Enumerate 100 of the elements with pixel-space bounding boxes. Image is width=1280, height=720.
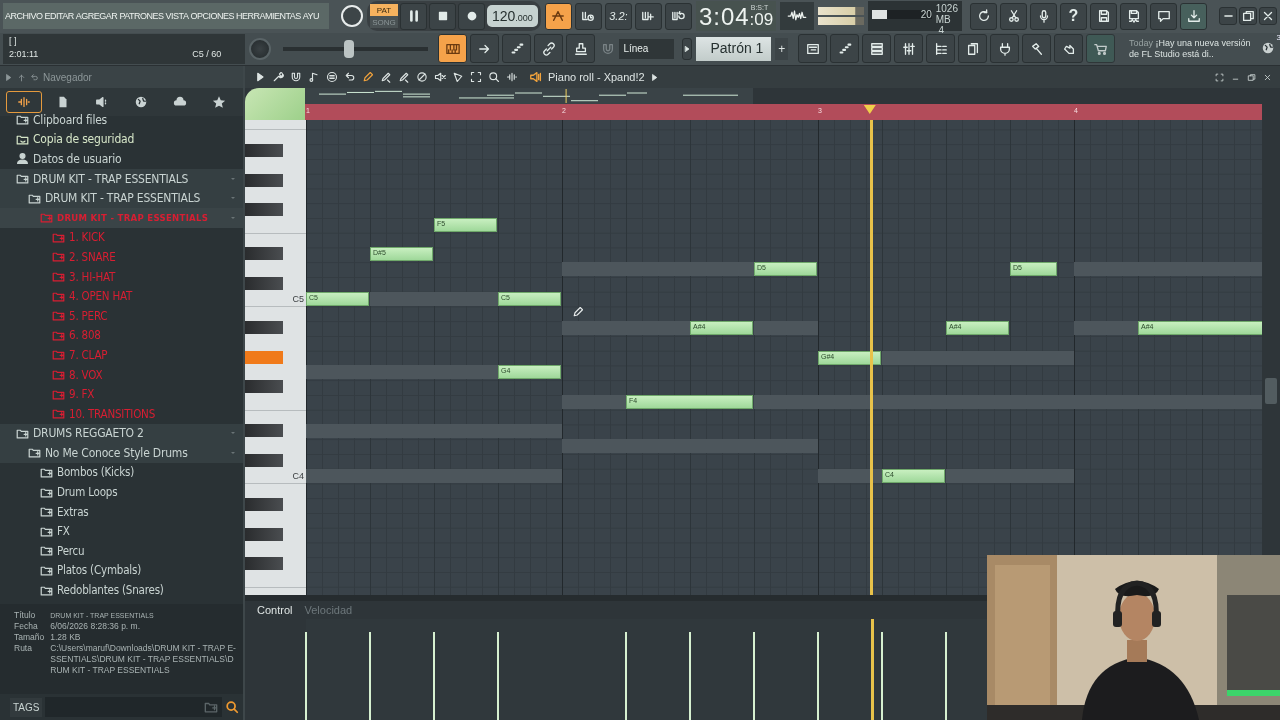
browser-item[interactable]: Bombos (Kicks) (0, 462, 243, 483)
browser-item[interactable]: Datos de usuario (0, 149, 243, 169)
circle-menu-icon (325, 71, 338, 83)
browser-item[interactable]: DRUM KIT - TRAP ESSENTIALS (0, 168, 243, 189)
piano-key[interactable] (245, 453, 283, 467)
lane-label: Velocidad (304, 604, 353, 616)
add-pattern-button[interactable]: + (775, 37, 788, 60)
master-volume-knob[interactable] (341, 5, 363, 28)
close-button[interactable] (1259, 7, 1277, 26)
browser-item[interactable]: Percu (0, 541, 243, 561)
pattern-selector[interactable]: Patrón 1 (695, 36, 772, 61)
playlist-button[interactable] (798, 34, 827, 64)
menu-item[interactable]: EDITAR (44, 11, 74, 22)
piano-key[interactable] (245, 276, 283, 290)
piano-roll-button[interactable] (830, 34, 859, 64)
stop-button[interactable] (429, 2, 456, 30)
browser-button[interactable] (926, 34, 955, 64)
refresh-button[interactable] (970, 2, 997, 30)
item-label: DRUM KIT - TRAP ESSENTIALS (45, 191, 201, 206)
memory-value: 1026 MB (935, 3, 958, 26)
browser-item[interactable]: Drum Loops (0, 482, 243, 502)
step-edit-button[interactable] (634, 2, 662, 30)
piano-key[interactable] (245, 527, 283, 541)
hammer-button[interactable] (1022, 34, 1051, 64)
countdown-button[interactable]: 3.2: (604, 2, 632, 30)
item-label: Redoblantes (Snares) (57, 583, 164, 598)
hand-button[interactable] (1054, 34, 1083, 64)
browser-item[interactable]: Clipboard files (0, 110, 243, 130)
mode-toggle[interactable]: PAT (370, 4, 398, 17)
piano-key[interactable] (245, 498, 283, 512)
tags-field[interactable] (45, 697, 222, 717)
piano-key[interactable] (245, 321, 283, 335)
close-icon (1263, 72, 1272, 82)
tempo-field[interactable]: 120.000 (487, 5, 538, 28)
browser-item[interactable]: Copia de seguridad (0, 129, 243, 150)
playhead-marker[interactable] (863, 105, 876, 114)
wait-input-button[interactable] (574, 2, 602, 30)
plugin-button[interactable] (990, 34, 1019, 64)
microphone-button[interactable] (1030, 2, 1057, 30)
piano-keyboard[interactable]: C5 C4 (245, 120, 306, 595)
browser-tab[interactable] (5, 91, 42, 113)
link-button[interactable] (534, 34, 564, 64)
arrow-button[interactable] (470, 34, 500, 64)
menu-item[interactable]: VISTA (165, 11, 189, 22)
slider-thumb[interactable] (343, 39, 354, 58)
browser-item[interactable]: Extras (0, 501, 243, 522)
piano-key[interactable] (245, 173, 283, 187)
browser-item[interactable]: Platos (Cymbals) (0, 560, 243, 581)
shop-button[interactable] (1086, 34, 1115, 64)
key-label: C5 (292, 292, 304, 306)
item-label: Clipboard files (33, 112, 108, 127)
menu-item[interactable]: OPCIONES (190, 11, 234, 22)
snap-dropdown[interactable]: Línea (619, 38, 674, 59)
pattern-arrow-button[interactable] (681, 37, 692, 60)
browser-item[interactable]: Redoblantes (Snares) (0, 580, 243, 600)
piano-key[interactable] (245, 424, 283, 438)
item-label: 4. OPEN HAT (69, 289, 133, 304)
piano-key[interactable] (245, 557, 283, 571)
menu-item[interactable]: HERRAMIENTAS (235, 11, 301, 22)
help-button[interactable]: ? (1060, 2, 1087, 30)
copy-button[interactable] (958, 34, 987, 64)
piano-key[interactable] (245, 247, 283, 261)
piano-key[interactable] (245, 203, 283, 217)
piano-key[interactable] (245, 144, 283, 158)
folder-icon (52, 348, 65, 362)
key-label: C4 (292, 469, 304, 483)
item-label: 9. FX (69, 387, 95, 402)
save-button[interactable] (1090, 2, 1117, 30)
channel-rack-button[interactable] (862, 34, 891, 64)
menu-item[interactable]: PATRONES (119, 11, 164, 22)
folder-icon (204, 700, 218, 714)
plug-icon (997, 41, 1012, 56)
piano-roll-button[interactable] (438, 34, 468, 64)
item-label: Bombos (Kicks) (57, 465, 135, 480)
download-button[interactable] (1180, 2, 1207, 30)
mixer-button[interactable] (894, 34, 923, 64)
pause-button[interactable] (400, 2, 427, 30)
chat-button[interactable] (1150, 2, 1177, 30)
browser-item[interactable]: FX (0, 521, 243, 542)
channel-rack-icon (869, 41, 884, 56)
metronome-button[interactable] (544, 2, 572, 30)
scrollbar-thumb[interactable] (1265, 378, 1277, 404)
menu-item[interactable]: AGREGAR (75, 11, 118, 22)
news-message[interactable]: Today ¡Hay una nueva versión de FL Studio está di.. (1129, 37, 1257, 60)
piano-key[interactable] (245, 380, 283, 394)
control-label[interactable]: Control (257, 604, 293, 616)
restore-button[interactable] (1239, 7, 1257, 26)
browser-item[interactable]: DRUM KIT - TRAP ESSENTIALS (0, 188, 243, 208)
browser-item[interactable]: No Me Conoce Style Drums (0, 443, 243, 463)
menu-item[interactable]: ARCHIVO (5, 11, 43, 22)
save-as-button[interactable] (1120, 2, 1147, 30)
stamp-button[interactable] (566, 34, 596, 64)
loop-record-button[interactable] (664, 2, 692, 30)
browser-item[interactable]: DRUMS REGGAETO 2 (0, 423, 243, 444)
record-button[interactable] (458, 2, 485, 30)
minimize-button[interactable] (1219, 7, 1237, 26)
globe-icon (134, 95, 149, 109)
scissors-button[interactable] (1000, 2, 1027, 30)
menu-item[interactable]: AYU (302, 11, 320, 22)
step-sequencer-button[interactable] (502, 34, 532, 64)
